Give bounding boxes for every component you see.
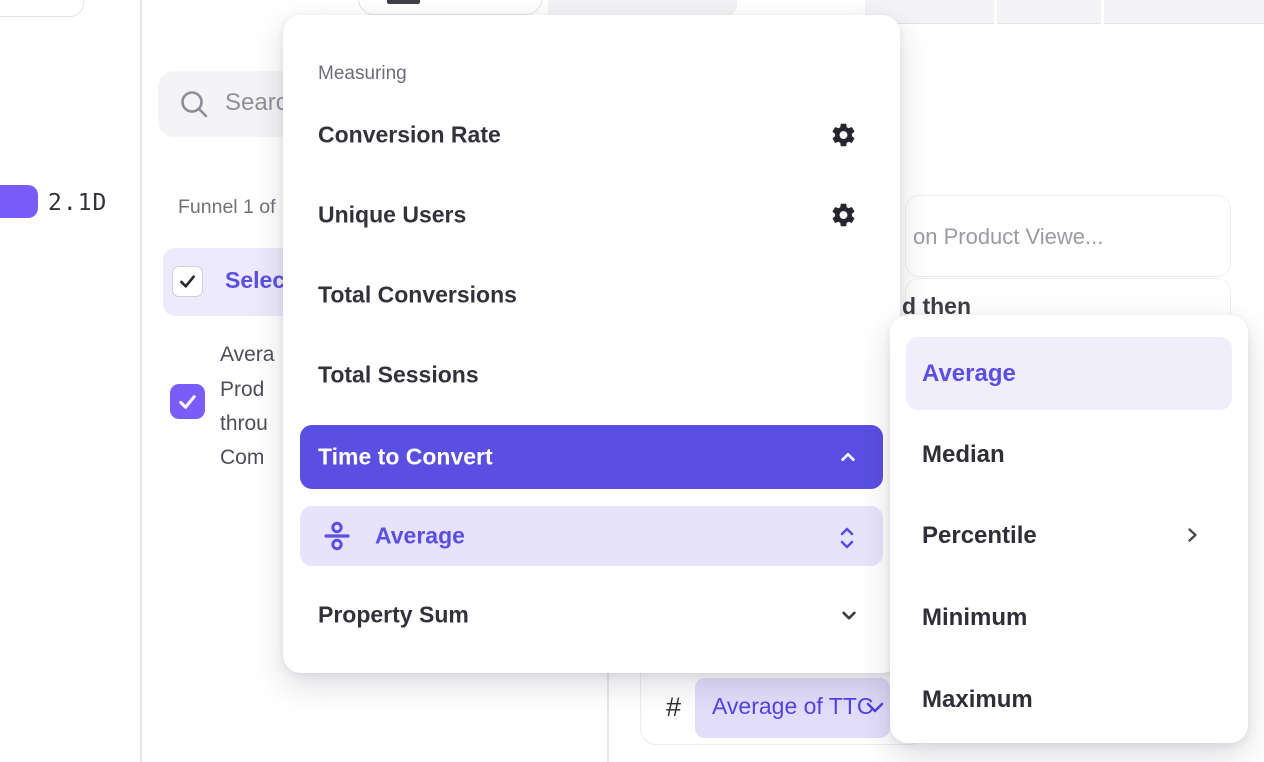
agg-item-label: Percentile xyxy=(922,522,1037,550)
top-dark-bar-fragment xyxy=(387,0,420,4)
top-right-header-fragment xyxy=(865,0,1264,24)
agg-item-label: Minimum xyxy=(922,604,1027,632)
menu-item-unique-users[interactable]: Unique Users xyxy=(283,185,900,245)
menu-item-conversion-rate[interactable]: Conversion Rate xyxy=(283,105,900,165)
average-of-ttc-label: Average of TTC xyxy=(712,693,874,720)
gear-icon[interactable] xyxy=(830,122,857,149)
menu-item-label: Property Sum xyxy=(318,602,469,629)
menu-subitem-label: Average xyxy=(375,523,465,550)
step-description-line: throu xyxy=(220,412,268,436)
measuring-menu: Measuring Conversion Rate Unique Users T… xyxy=(283,15,900,673)
menu-item-label: Conversion Rate xyxy=(318,122,501,149)
number-type-symbol: # xyxy=(666,692,681,723)
step-description-line: Avera xyxy=(220,343,274,367)
chevron-right-icon xyxy=(1180,523,1206,549)
aggregation-menu: Average Median Percentile Minimum Maximu… xyxy=(890,315,1248,743)
average-icon xyxy=(320,519,354,553)
menu-item-label: Time to Convert xyxy=(318,444,493,471)
menu-item-total-conversions[interactable]: Total Conversions xyxy=(283,265,900,325)
checkmark-icon xyxy=(176,390,199,413)
step-checkbox[interactable] xyxy=(170,384,205,419)
header-divider xyxy=(994,0,997,24)
app-screen: 2.1D Search Funnel 1 of Select Avera Pro… xyxy=(0,0,1264,762)
menu-item-total-sessions[interactable]: Total Sessions xyxy=(283,345,900,405)
menu-item-label: Total Sessions xyxy=(318,362,479,389)
funnel-label: Funnel 1 of xyxy=(178,196,276,219)
measuring-menu-header: Measuring xyxy=(318,63,407,85)
step-description-line: Prod xyxy=(220,378,264,402)
agg-item-average[interactable]: Average xyxy=(906,337,1232,410)
agg-item-maximum[interactable]: Maximum xyxy=(890,669,1248,731)
menu-subitem-average[interactable]: Average xyxy=(300,506,883,566)
top-center-card-fragment xyxy=(358,0,542,15)
chevron-up-down-icon xyxy=(835,523,861,549)
chevron-down-icon xyxy=(836,602,862,628)
duration-chip-label: 2.1D xyxy=(48,190,107,216)
agg-item-median[interactable]: Median xyxy=(890,424,1248,486)
top-left-card-fragment xyxy=(0,0,84,17)
agg-item-label: Median xyxy=(922,441,1005,469)
gear-icon[interactable] xyxy=(830,202,857,229)
menu-item-label: Total Conversions xyxy=(318,282,517,309)
checkmark-icon xyxy=(177,271,198,292)
agg-item-label: Average xyxy=(922,360,1016,388)
search-icon xyxy=(179,89,211,121)
left-pane-divider xyxy=(140,0,142,762)
agg-item-percentile[interactable]: Percentile xyxy=(890,505,1248,567)
menu-item-property-sum[interactable]: Property Sum xyxy=(283,585,900,645)
header-divider xyxy=(1101,0,1104,24)
menu-item-label: Unique Users xyxy=(318,202,466,229)
event-card-label: on Product Viewe... xyxy=(913,224,1103,250)
step-description-line: Com xyxy=(220,446,264,470)
agg-item-minimum[interactable]: Minimum xyxy=(890,587,1248,649)
agg-item-label: Maximum xyxy=(922,686,1033,714)
menu-item-time-to-convert[interactable]: Time to Convert xyxy=(300,425,883,489)
select-all-checkbox[interactable] xyxy=(172,266,203,297)
chevron-up-icon xyxy=(835,444,861,470)
duration-chip[interactable] xyxy=(0,185,38,218)
